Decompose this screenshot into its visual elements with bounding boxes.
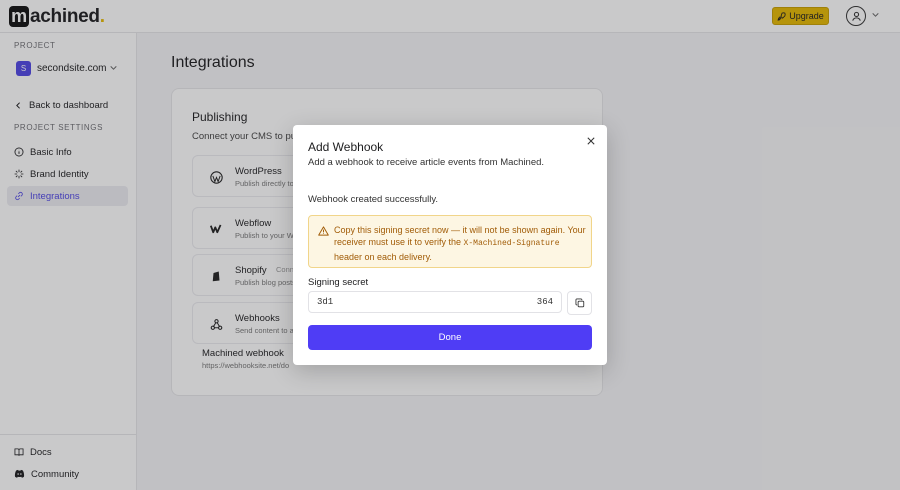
copy-icon bbox=[575, 298, 584, 308]
close-icon bbox=[587, 137, 595, 145]
secret-end: 364 bbox=[536, 297, 553, 307]
warning-alert: Copy this signing secret now — it will n… bbox=[308, 215, 592, 268]
alert-text: Copy this signing secret now — it will n… bbox=[334, 224, 586, 263]
signing-secret-label: Signing secret bbox=[308, 277, 369, 288]
done-button[interactable]: Done bbox=[308, 325, 592, 350]
add-webhook-dialog: Add Webhook Add a webhook to receive art… bbox=[293, 125, 607, 365]
dialog-title: Add Webhook bbox=[308, 140, 384, 154]
warning-icon bbox=[318, 226, 329, 236]
close-button[interactable] bbox=[585, 135, 597, 147]
signature-header-code: X-Machined-Signature bbox=[463, 239, 560, 249]
copy-secret-button[interactable] bbox=[567, 291, 592, 315]
secret-start: 3d1 bbox=[317, 297, 334, 307]
dialog-subtitle: Add a webhook to receive article events … bbox=[308, 157, 545, 168]
alert-text-part2: header on each delivery. bbox=[334, 251, 432, 262]
signing-secret-field[interactable]: 3d1 364 bbox=[308, 291, 562, 313]
success-message: Webhook created successfully. bbox=[308, 194, 439, 205]
